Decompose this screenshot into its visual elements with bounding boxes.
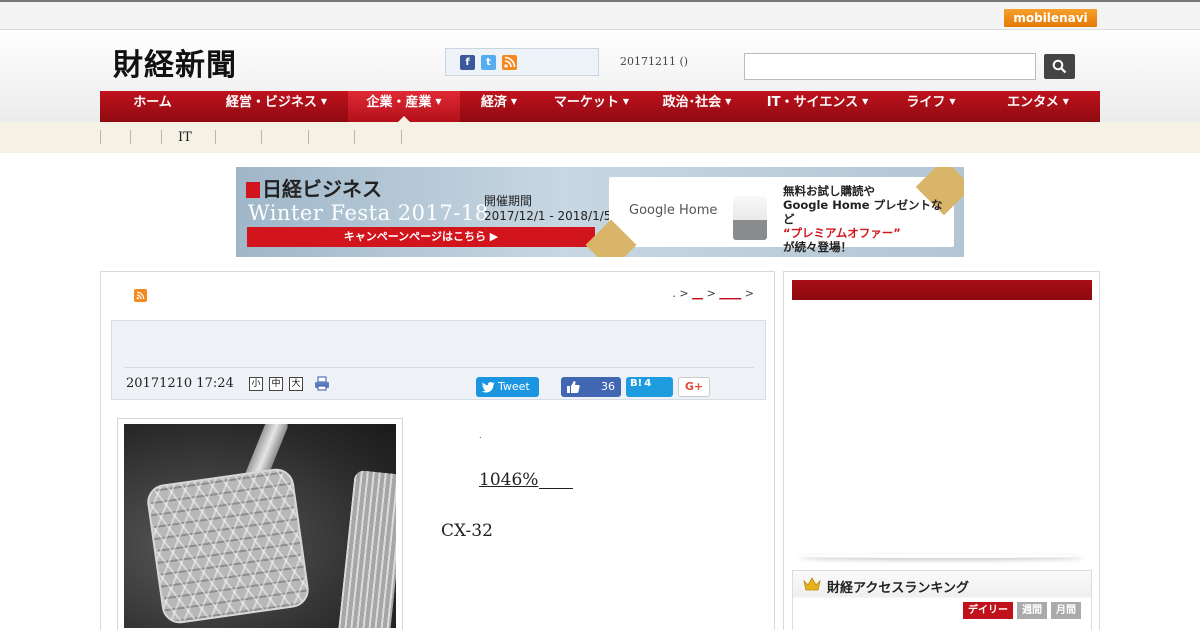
chevron-down-icon: ▼ bbox=[862, 97, 869, 106]
print-icon[interactable] bbox=[314, 376, 330, 391]
banner-google-home-panel: Google Home 無料お試し購読や Google Home プレゼントなど… bbox=[585, 167, 964, 257]
sub-nav-divider bbox=[100, 130, 101, 144]
sidebar-header-bar bbox=[792, 280, 1092, 300]
sub-nav-divider bbox=[161, 130, 162, 144]
sub-nav-divider bbox=[130, 130, 131, 144]
crown-icon bbox=[803, 577, 821, 591]
ranking-tab-daily[interactable]: デイリー bbox=[963, 602, 1013, 619]
google-home-speaker-icon bbox=[727, 188, 773, 240]
nav-item-life[interactable]: ライフ ▼ bbox=[886, 91, 976, 122]
main-nav: ホーム 経営・ビジネス ▼ 企業・産業 ▼ 経済 ▼ マーケット ▼ 政治･社会 ▼ IT… bbox=[100, 91, 1100, 122]
article-text-model: CX-32 bbox=[441, 521, 493, 541]
sub-nav-divider bbox=[354, 130, 355, 144]
font-size-medium-button[interactable]: 中 bbox=[269, 377, 283, 391]
chevron-down-icon: ▼ bbox=[949, 97, 956, 106]
article-datetime: 20171210 17:24 bbox=[126, 376, 234, 391]
divider bbox=[124, 367, 754, 368]
site-logo[interactable]: 財経新聞 bbox=[113, 40, 237, 84]
font-size-small-button[interactable]: 小 bbox=[249, 377, 263, 391]
chevron-down-icon: ▼ bbox=[510, 97, 518, 106]
article-link-number[interactable]: 1046% bbox=[479, 470, 538, 490]
chevron-down-icon: ▼ bbox=[1062, 97, 1069, 106]
nav-item-industry[interactable]: 企業・産業 ▼ bbox=[348, 91, 460, 122]
social-icons: f t bbox=[445, 48, 599, 76]
twitter-icon[interactable]: t bbox=[481, 55, 496, 70]
google-plus-button[interactable]: G+ bbox=[678, 377, 710, 397]
article-panel: . > __ > ____ > 20171210 17:24 小 中 大 Twe… bbox=[100, 271, 775, 630]
article-header-box: 20171210 17:24 小 中 大 Tweet 36 B! 4 G+ bbox=[111, 320, 766, 400]
header-date: 20171211 () bbox=[620, 55, 689, 68]
article-link-underline bbox=[539, 488, 573, 489]
search-input[interactable] bbox=[744, 53, 1036, 80]
banner-nikkei-logo: 日経ビジネス bbox=[246, 173, 382, 202]
sub-nav-divider bbox=[261, 130, 262, 144]
sub-nav: IT bbox=[0, 122, 1200, 153]
chevron-down-icon: ▼ bbox=[622, 97, 630, 106]
breadcrumb: . > __ > ____ > bbox=[672, 287, 754, 300]
hatena-bookmark-button[interactable]: B! 4 bbox=[626, 377, 673, 397]
photo-detail bbox=[337, 469, 396, 628]
nav-item-politics[interactable]: 政治･社会 ▼ bbox=[645, 91, 749, 122]
ad-banner[interactable]: 日経ビジネス Winter Festa 2017-18 開催期間 2017/12/… bbox=[236, 167, 964, 257]
banner-festa-title: Winter Festa 2017-18 bbox=[248, 201, 489, 225]
sub-nav-divider bbox=[215, 130, 216, 144]
sub-nav-divider bbox=[401, 130, 402, 144]
ranking-tab-weekly[interactable]: 週間 bbox=[1017, 602, 1047, 619]
chevron-down-icon: ▼ bbox=[320, 97, 328, 106]
pedal-photo bbox=[124, 424, 396, 628]
thumbs-up-icon bbox=[567, 381, 580, 393]
mobilenavi-logo[interactable]: mobilenavi bbox=[1004, 9, 1097, 27]
ranking-tab-monthly[interactable]: 月間 bbox=[1051, 602, 1081, 619]
banner-period: 開催期間 2017/12/1 - 2018/1/5 bbox=[484, 194, 612, 223]
facebook-icon[interactable]: f bbox=[460, 55, 475, 70]
facebook-like-button[interactable]: 36 bbox=[561, 377, 621, 397]
nav-item-economy[interactable]: 経済 ▼ bbox=[460, 91, 538, 122]
chevron-down-icon: ▼ bbox=[725, 97, 732, 106]
rss-icon[interactable] bbox=[502, 55, 517, 70]
nav-item-market[interactable]: マーケット ▼ bbox=[538, 91, 645, 122]
sidebar: 財経アクセスランキング デイリー 週間 月間 bbox=[783, 271, 1100, 630]
font-size-large-button[interactable]: 大 bbox=[289, 377, 303, 391]
nav-item-it-science[interactable]: IT・サイエンス ▼ bbox=[749, 91, 886, 122]
twitter-bird-icon bbox=[482, 382, 495, 393]
rss-icon[interactable] bbox=[134, 289, 147, 302]
ranking-title: 財経アクセスランキング bbox=[827, 581, 969, 596]
sub-nav-item-it[interactable]: IT bbox=[178, 130, 192, 145]
breadcrumb-link[interactable]: ____ bbox=[719, 287, 741, 300]
article-text: . bbox=[479, 431, 482, 440]
search-icon bbox=[1052, 59, 1067, 74]
article-photo[interactable] bbox=[117, 418, 403, 630]
photo-detail bbox=[144, 466, 312, 626]
google-home-label: Google Home bbox=[629, 203, 718, 218]
nav-item-entertainment[interactable]: エンタメ ▼ bbox=[976, 91, 1100, 122]
nav-item-home[interactable]: ホーム bbox=[100, 91, 205, 122]
banner-promo-text: 無料お試し購読や Google Home プレゼントなど “プレミアムオファー”… bbox=[783, 184, 943, 254]
chevron-down-icon: ▼ bbox=[435, 97, 442, 106]
tweet-button[interactable]: Tweet bbox=[476, 377, 539, 397]
banner-cta[interactable]: キャンペーンページはこちら ▶ bbox=[247, 227, 595, 247]
nav-item-business[interactable]: 経営・ビジネス ▼ bbox=[205, 91, 348, 122]
search-button[interactable] bbox=[1044, 54, 1075, 79]
nikkei-mark-icon bbox=[246, 182, 260, 198]
top-strip: mobilenavi bbox=[0, 0, 1200, 30]
breadcrumb-link[interactable]: __ bbox=[692, 287, 703, 300]
ranking-box: 財経アクセスランキング デイリー 週間 月間 bbox=[792, 570, 1092, 630]
page-root: mobilenavi 財経新聞 f t 20171211 () ホーム 経営・ビ… bbox=[0, 0, 1200, 630]
banner-decoration bbox=[585, 219, 637, 257]
sidebar-ad-shadow bbox=[798, 554, 1084, 558]
sub-nav-divider bbox=[308, 130, 309, 144]
